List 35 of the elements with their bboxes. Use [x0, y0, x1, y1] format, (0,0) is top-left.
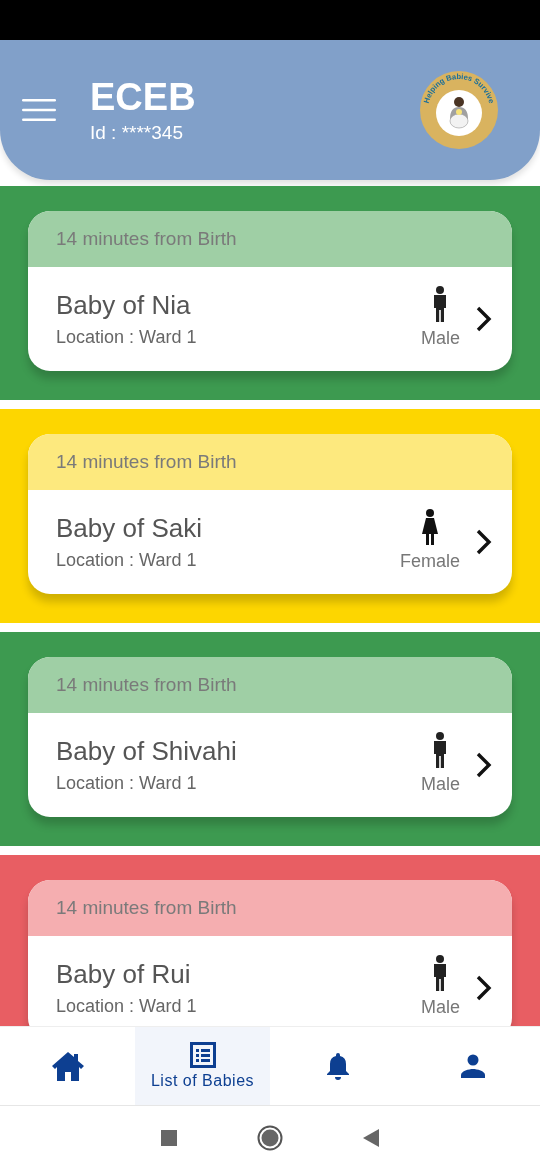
- baby-name: Baby of Rui: [56, 959, 192, 990]
- person-icon: [460, 1054, 485, 1078]
- bell-icon: [325, 1052, 350, 1080]
- chevron-right-icon[interactable]: [474, 305, 494, 333]
- baby-location: Location : Ward 1: [56, 996, 198, 1017]
- baby-name: Baby of Nia: [56, 290, 192, 321]
- home-icon: [50, 1050, 85, 1082]
- menu-icon[interactable]: [22, 98, 56, 122]
- chevron-right-icon[interactable]: [474, 528, 494, 556]
- home-circle-icon[interactable]: [257, 1125, 283, 1151]
- gender-label: Male: [421, 773, 460, 795]
- baby-name: Baby of Saki: [56, 513, 203, 544]
- baby-card[interactable]: 14 minutes from Birth Baby of Shivahi Location : Ward 1 Male: [28, 657, 512, 817]
- user-id: Id : ****345: [90, 122, 184, 144]
- time-from-birth: 14 minutes from Birth: [56, 228, 237, 250]
- baby-location: Location : Ward 1: [56, 327, 198, 348]
- chevron-right-icon[interactable]: [474, 751, 494, 779]
- gender-label: Male: [421, 327, 460, 349]
- baby-card[interactable]: 14 minutes from Birth Baby of Nia Location : Ward 1 Male: [28, 211, 512, 371]
- baby-location: Location : Ward 1: [56, 550, 198, 571]
- baby-location: Location : Ward 1: [56, 773, 198, 794]
- female-figure-icon: [420, 508, 440, 545]
- gender-label: Male: [421, 996, 460, 1018]
- app-title: ECEB: [90, 76, 197, 118]
- time-from-birth: 14 minutes from Birth: [56, 674, 237, 696]
- baby-name: Baby of Shivahi: [56, 736, 238, 767]
- list-icon: [189, 1042, 216, 1068]
- baby-card[interactable]: 14 minutes from Birth Baby of Saki Location : Ward 1 Female: [28, 434, 512, 594]
- baby-card[interactable]: 14 minutes from Birth Baby of Rui Location : Ward 1 Male: [28, 880, 512, 1026]
- back-icon[interactable]: [363, 1129, 379, 1147]
- time-from-birth: 14 minutes from Birth: [56, 451, 237, 473]
- time-from-birth: 14 minutes from Birth: [56, 897, 237, 919]
- gender-label: Female: [399, 550, 460, 572]
- nav-tab[interactable]: List of Babies: [135, 1027, 270, 1105]
- chevron-right-icon[interactable]: [474, 974, 494, 1002]
